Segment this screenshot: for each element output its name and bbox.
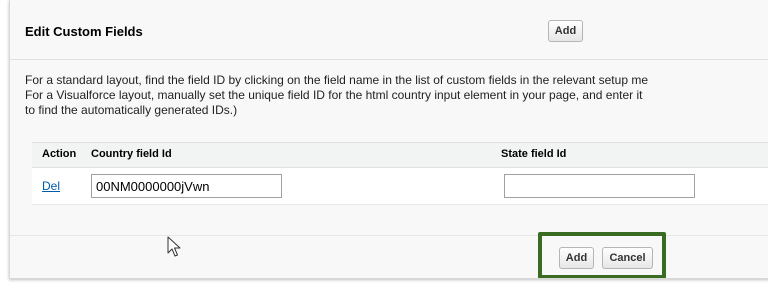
state-field-id-input[interactable]: [504, 174, 695, 198]
column-header-action: Action: [42, 148, 77, 160]
table-header-row: Action Country field Id State field Id: [32, 143, 768, 168]
instructions-line-2: For a Visualforce layout, manually set t…: [25, 88, 643, 102]
table-row: Del: [32, 168, 768, 205]
instructions-line-1: For a standard layout, find the field ID…: [25, 73, 648, 87]
add-button-bottom[interactable]: Add: [559, 247, 594, 269]
section-header: Edit Custom Fields Add: [10, 0, 768, 60]
cancel-button[interactable]: Cancel: [602, 247, 653, 269]
add-button-top[interactable]: Add: [548, 20, 583, 42]
mouse-pointer-icon: [167, 236, 181, 257]
footer-button-group: Add Cancel: [538, 232, 666, 278]
section-title: Edit Custom Fields: [25, 24, 143, 39]
custom-fields-panel: Edit Custom Fields Add For a standard la…: [9, 0, 768, 279]
column-header-state: State field Id: [501, 148, 567, 160]
field-id-table: Action Country field Id State field Id D…: [32, 142, 768, 205]
instructions-text: For a standard layout, find the field ID…: [25, 73, 768, 118]
country-field-id-input[interactable]: [91, 174, 282, 198]
delete-link[interactable]: Del: [42, 179, 60, 193]
column-header-country: Country field Id: [91, 148, 172, 160]
instructions-line-3: to find the automatically generated IDs.…: [25, 103, 238, 117]
